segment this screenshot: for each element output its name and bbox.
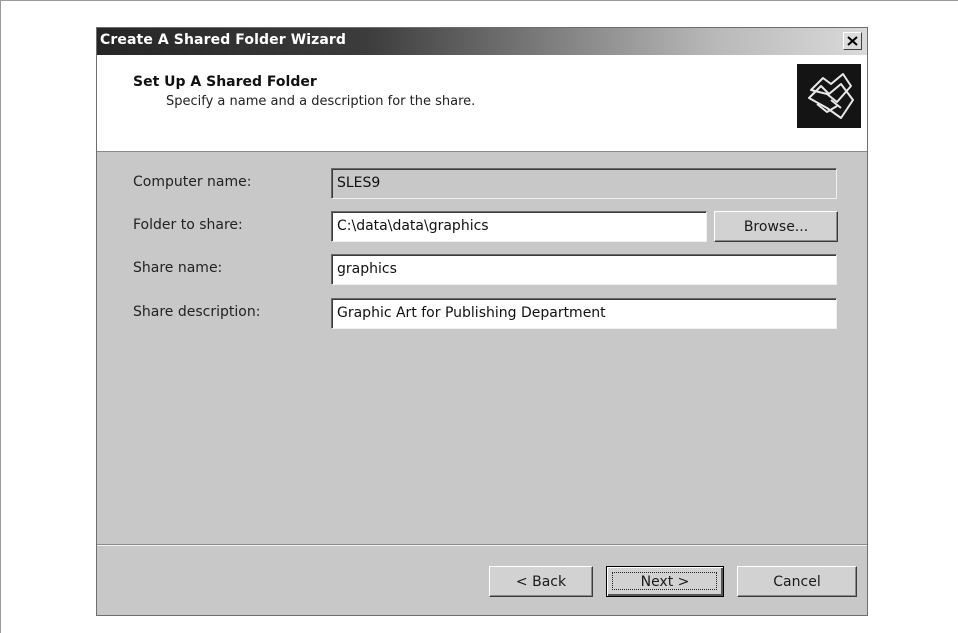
window-title: Create A Shared Folder Wizard — [100, 32, 347, 48]
close-button[interactable] — [843, 32, 862, 50]
computer-name-field: SLES9 — [331, 168, 837, 199]
share-name-input[interactable]: graphics — [331, 254, 837, 285]
back-button[interactable]: < Back — [489, 566, 593, 597]
wizard-dialog: Create A Shared Folder Wizard Set Up A S… — [96, 27, 868, 616]
folder-path-input[interactable]: C:\data\data\graphics — [331, 211, 707, 242]
cancel-button[interactable]: Cancel — [737, 566, 857, 597]
computer-name-label: Computer name: — [133, 174, 252, 190]
page-border-top — [0, 0, 958, 1]
folder-to-share-label: Folder to share: — [133, 217, 243, 233]
cancel-button-label: Cancel — [773, 573, 821, 590]
share-name-label: Share name: — [133, 260, 223, 276]
close-icon — [847, 36, 858, 46]
browse-button-label: Browse... — [743, 218, 809, 235]
wizard-header: Set Up A Shared Folder Specify a name an… — [97, 55, 867, 152]
focus-ring — [612, 572, 717, 590]
shared-folders-icon — [797, 64, 861, 128]
page-subtitle: Specify a name and a description for the… — [166, 94, 476, 109]
page-border-left — [0, 0, 1, 633]
footer-separator — [97, 544, 867, 546]
share-description-label: Share description: — [133, 304, 261, 320]
share-description-input[interactable]: Graphic Art for Publishing Department — [331, 298, 837, 329]
back-button-label: < Back — [515, 573, 567, 590]
page-title: Set Up A Shared Folder — [133, 74, 317, 90]
title-bar[interactable]: Create A Shared Folder Wizard — [97, 28, 867, 55]
next-button[interactable]: Next > — [606, 566, 724, 597]
browse-button[interactable]: Browse... — [714, 211, 838, 242]
